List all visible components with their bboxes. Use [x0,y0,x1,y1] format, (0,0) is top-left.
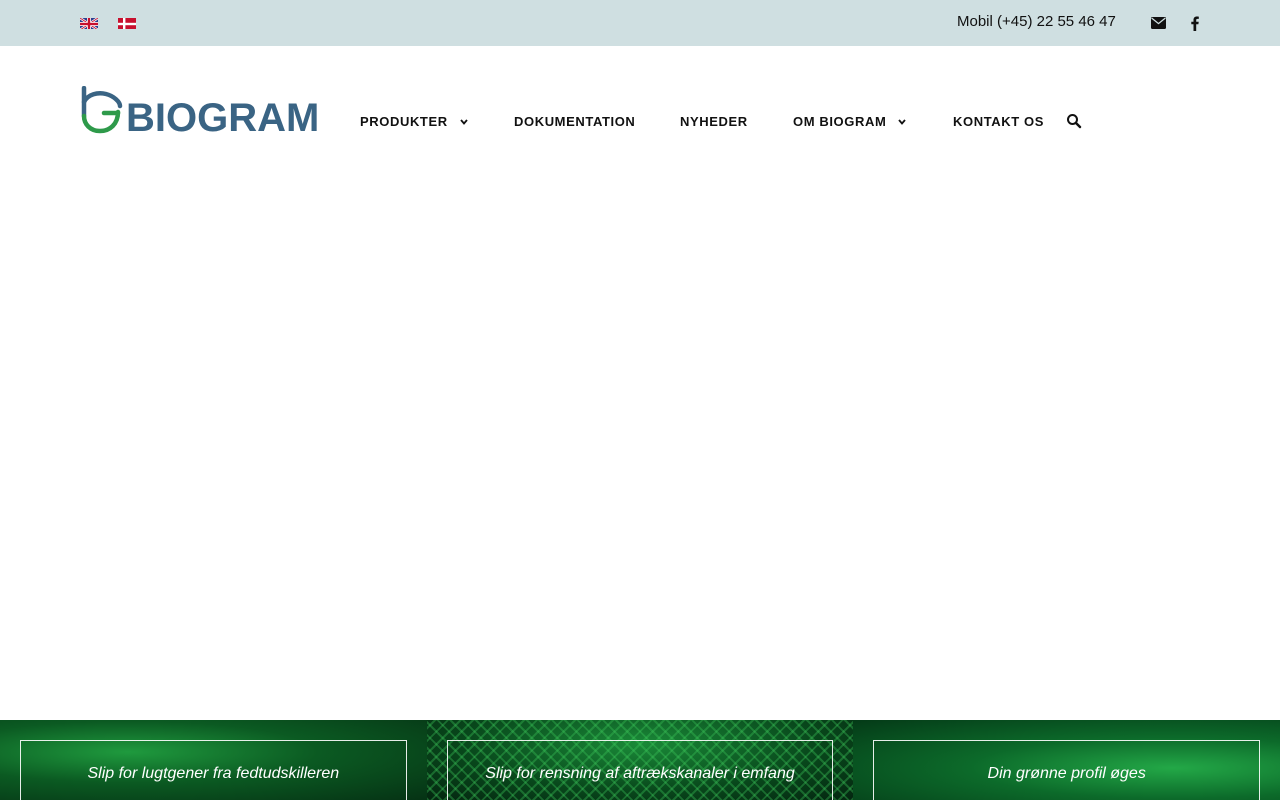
promo-frame: Slip for lugtgener fra fedtudskilleren [20,740,407,800]
promo-title: Slip for rensning af aftrækskanaler i em… [485,765,795,782]
nav-item-nyheder[interactable]: NYHEDER [680,114,748,129]
search-icon[interactable] [1066,113,1082,129]
logo-text: BIOGRAM [126,96,319,136]
site-header: BIOGRAM PRODUKTER DOKUMENTATION NYHEDER … [0,46,1280,196]
english-flag-icon[interactable] [80,17,98,29]
biogram-logo[interactable]: BIOGRAM [80,85,332,140]
nav-label: OM BIOGRAM [793,114,887,129]
phone-number[interactable]: Mobil (+45) 22 55 46 47 [957,13,1116,30]
promo-frame: Din grønne profil øges [873,740,1261,800]
facebook-icon[interactable] [1189,14,1201,32]
nav-label: PRODUKTER [360,114,448,129]
nav-label: DOKUMENTATION [514,114,636,129]
promo-strip: Slip for lugtgener fra fedtudskilleren S… [0,720,1280,800]
top-bar: Mobil (+45) 22 55 46 47 [0,0,1280,46]
nav-item-om-biogram[interactable]: OM BIOGRAM [793,114,907,129]
chevron-down-icon [460,118,468,125]
nav-label: KONTAKT OS [953,114,1044,129]
nav-item-produkter[interactable]: PRODUKTER [360,114,468,129]
promo-card[interactable]: Din grønne profil øges [853,720,1280,800]
promo-card[interactable]: Slip for lugtgener fra fedtudskilleren [0,720,427,800]
danish-flag-icon[interactable] [118,17,136,29]
nav-item-dokumentation[interactable]: DOKUMENTATION [514,114,635,129]
nav-label: NYHEDER [680,114,748,129]
promo-frame: Slip for rensning af aftrækskanaler i em… [446,740,834,800]
promo-card[interactable]: Slip for rensning af aftrækskanaler i em… [426,720,854,800]
promo-title: Slip for lugtgener fra fedtudskilleren [87,765,340,782]
nav-item-kontakt-os[interactable]: KONTAKT OS [953,114,1044,129]
chevron-down-icon [898,118,907,125]
envelope-icon[interactable] [1150,14,1166,32]
promo-title: Din grønne profil øges [987,765,1146,782]
